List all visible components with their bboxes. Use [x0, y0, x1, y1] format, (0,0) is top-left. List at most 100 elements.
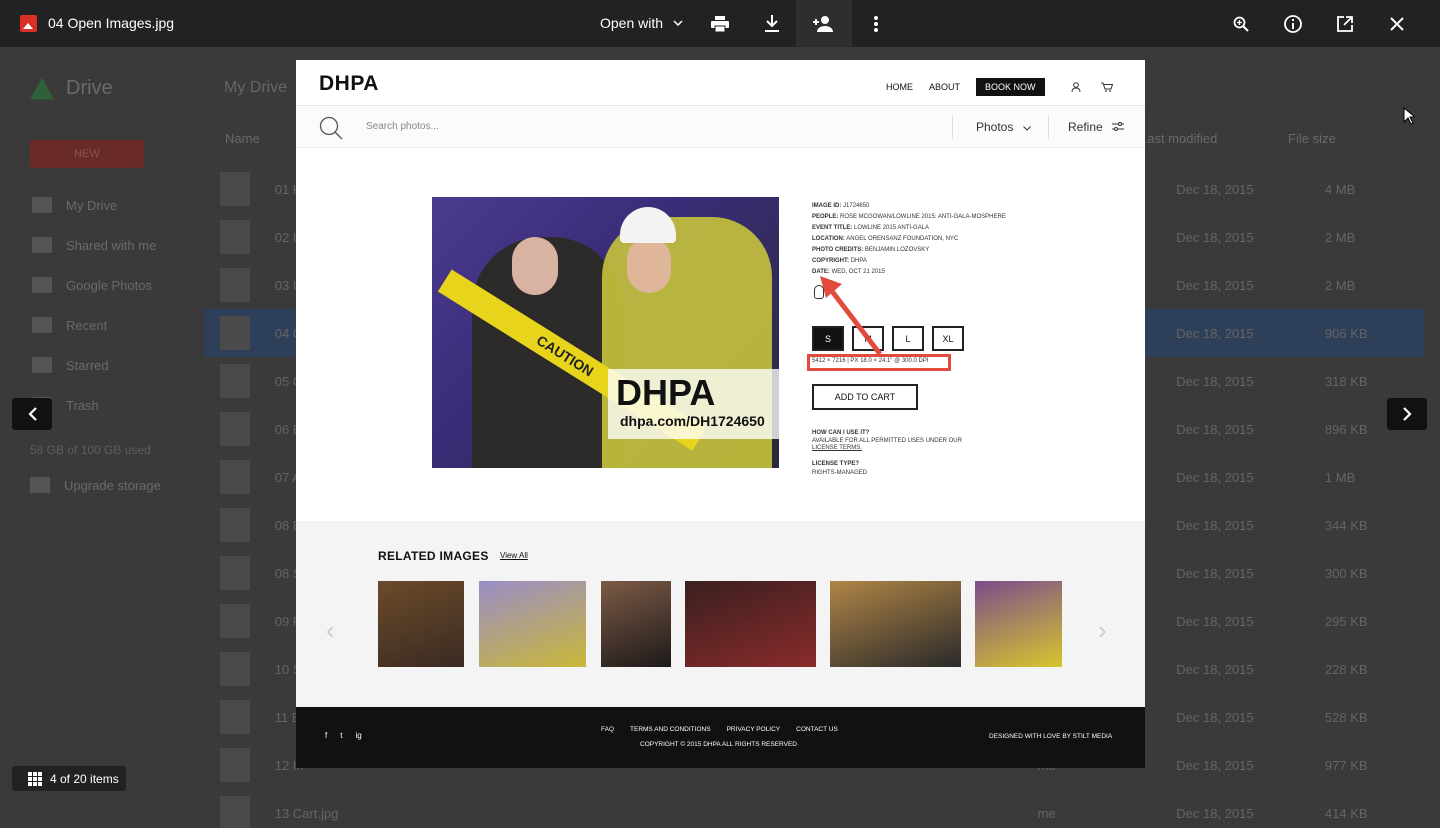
- drive-breadcrumb[interactable]: My Drive: [224, 79, 287, 97]
- size-option-xl[interactable]: XL: [932, 326, 964, 351]
- related-thumb[interactable]: [378, 581, 464, 667]
- image-file-icon: [20, 15, 37, 32]
- metadata-value: J1724650: [843, 203, 870, 209]
- footer-links: FAQ TERMS AND CONDITIONS PRIVACY POLICY …: [601, 726, 838, 733]
- instagram-icon[interactable]: ig: [355, 731, 361, 740]
- related-thumb[interactable]: [479, 581, 586, 667]
- more-options-button[interactable]: [864, 12, 888, 36]
- site-logo[interactable]: DHPA: [319, 72, 379, 96]
- metadata-label: IMAGE ID:: [812, 203, 842, 209]
- social-links: f t ig: [325, 731, 362, 740]
- file-owner-cell: me: [1037, 805, 1056, 821]
- table-row[interactable]: 13 Cart.jpg me Dec 18, 2015 414 KB: [204, 789, 1424, 828]
- book-now-button[interactable]: BOOK NOW: [976, 78, 1045, 96]
- file-thumbnail: [220, 220, 250, 254]
- file-date-cell: Dec 18, 2015: [1176, 181, 1254, 197]
- usage-info: HOW CAN I USE IT? AVAILABLE FOR ALL PERM…: [812, 430, 962, 478]
- cart-icon[interactable]: [1100, 82, 1113, 92]
- sidebar-item-starred[interactable]: Starred: [20, 345, 200, 385]
- previous-file-button[interactable]: [12, 398, 52, 430]
- license-type-value: RIGHTS-MANAGED: [812, 470, 868, 476]
- file-date-cell: Dec 18, 2015: [1176, 709, 1254, 725]
- chevron-right-icon: [1402, 407, 1412, 421]
- file-date-cell: Dec 18, 2015: [1176, 757, 1254, 773]
- how-use-text: AVAILABLE FOR ALL PERMITTED USES UNDER O…: [812, 437, 962, 444]
- view-all-link[interactable]: View All: [500, 551, 528, 560]
- file-date-cell: Dec 18, 2015: [1176, 517, 1254, 533]
- file-thumbnail: [220, 412, 250, 446]
- storage-usage: 58 GB of 100 GB used: [30, 443, 151, 457]
- download-button[interactable]: [760, 12, 784, 36]
- carousel-next-icon[interactable]: ›: [1098, 615, 1107, 646]
- file-counter-button[interactable]: 4 of 20 items: [12, 766, 126, 791]
- zoom-in-icon: [1233, 16, 1249, 32]
- file-thumbnail: [220, 556, 250, 590]
- nav-about[interactable]: ABOUT: [929, 82, 960, 92]
- related-thumb[interactable]: [601, 581, 671, 667]
- add-to-cart-button[interactable]: ADD TO CART: [812, 384, 918, 410]
- sidebar-item-recent[interactable]: Recent: [20, 305, 200, 345]
- footer-link-faq[interactable]: FAQ: [601, 726, 614, 733]
- file-thumbnail: [220, 604, 250, 638]
- metadata-line: PHOTO CREDITS: BENJAMIN LOZOVSKY: [812, 245, 1006, 256]
- sidebar-item-photos[interactable]: Google Photos: [20, 265, 200, 305]
- close-button[interactable]: [1385, 12, 1409, 36]
- metadata-label: LOCATION:: [812, 236, 845, 242]
- sidebar-item-label: My Drive: [66, 197, 118, 213]
- nav-home[interactable]: HOME: [886, 82, 913, 92]
- upgrade-label: Upgrade storage: [64, 477, 161, 493]
- open-in-new-icon: [1337, 16, 1353, 32]
- photos-dropdown[interactable]: Photos: [976, 120, 1031, 134]
- file-size-cell: 2 MB: [1324, 277, 1356, 293]
- user-icon[interactable]: [1071, 82, 1081, 92]
- column-header-size[interactable]: File size: [1288, 131, 1336, 146]
- file-thumbnail: [220, 652, 250, 686]
- file-date-cell: Dec 18, 2015: [1176, 229, 1254, 245]
- sidebar-item-shared[interactable]: Shared with me: [20, 225, 200, 265]
- file-size-cell: 295 KB: [1324, 613, 1368, 629]
- file-thumbnail: [220, 796, 250, 828]
- file-date-cell: Dec 18, 2015: [1176, 277, 1254, 293]
- size-option-l[interactable]: L: [892, 326, 924, 351]
- file-size-cell: 344 KB: [1324, 517, 1368, 533]
- print-button[interactable]: [708, 12, 732, 36]
- facebook-icon[interactable]: f: [325, 731, 327, 740]
- related-thumb[interactable]: [830, 581, 961, 667]
- search-icon[interactable]: [319, 116, 343, 140]
- details-button[interactable]: [1281, 12, 1305, 36]
- metadata-line: EVENT TITLE: LOWLINE 2015 ANTI-GALA: [812, 223, 1006, 234]
- drive-logo: Drive: [30, 77, 113, 100]
- metadata-label: PHOTO CREDITS:: [812, 247, 864, 253]
- footer-link-contact[interactable]: CONTACT US: [796, 726, 838, 733]
- metadata-line: COPYRIGHT: DHPA: [812, 256, 1006, 267]
- open-new-window-button[interactable]: [1333, 12, 1357, 36]
- search-input[interactable]: Search photos...: [366, 121, 439, 132]
- related-thumb[interactable]: [685, 581, 816, 667]
- footer-link-privacy[interactable]: PRIVACY POLICY: [727, 726, 781, 733]
- sidebar-item-label: Shared with me: [66, 237, 157, 253]
- metadata-label: PEOPLE:: [812, 214, 839, 220]
- file-thumbnail: [220, 460, 250, 494]
- new-button[interactable]: NEW: [30, 140, 144, 168]
- column-header-name[interactable]: Name: [225, 131, 260, 146]
- file-thumbnail: [220, 316, 250, 350]
- license-terms-link[interactable]: LICENSE TERMS.: [812, 445, 962, 453]
- add-people-button[interactable]: [812, 12, 836, 36]
- viewer-toolbar: 04 Open Images.jpg Open with: [0, 0, 1440, 47]
- refine-button[interactable]: Refine: [1068, 120, 1125, 134]
- file-size-cell: 528 KB: [1324, 709, 1368, 725]
- twitter-icon[interactable]: t: [340, 731, 342, 740]
- file-size-cell: 300 KB: [1324, 565, 1368, 581]
- upgrade-storage-link[interactable]: Upgrade storage: [30, 477, 161, 493]
- zoom-button[interactable]: [1229, 12, 1253, 36]
- sidebar-item-my-drive[interactable]: My Drive: [20, 185, 200, 225]
- people-icon: [32, 237, 52, 253]
- file-thumbnail: [220, 508, 250, 542]
- carousel-prev-icon[interactable]: ‹: [326, 615, 335, 646]
- column-header-modified[interactable]: Last modified: [1140, 131, 1217, 146]
- related-thumb[interactable]: [975, 581, 1062, 667]
- footer-link-terms[interactable]: TERMS AND CONDITIONS: [630, 726, 711, 733]
- how-use-title: HOW CAN I USE IT?: [812, 430, 870, 436]
- next-file-button[interactable]: [1387, 398, 1427, 430]
- open-with-button[interactable]: Open with: [600, 15, 683, 31]
